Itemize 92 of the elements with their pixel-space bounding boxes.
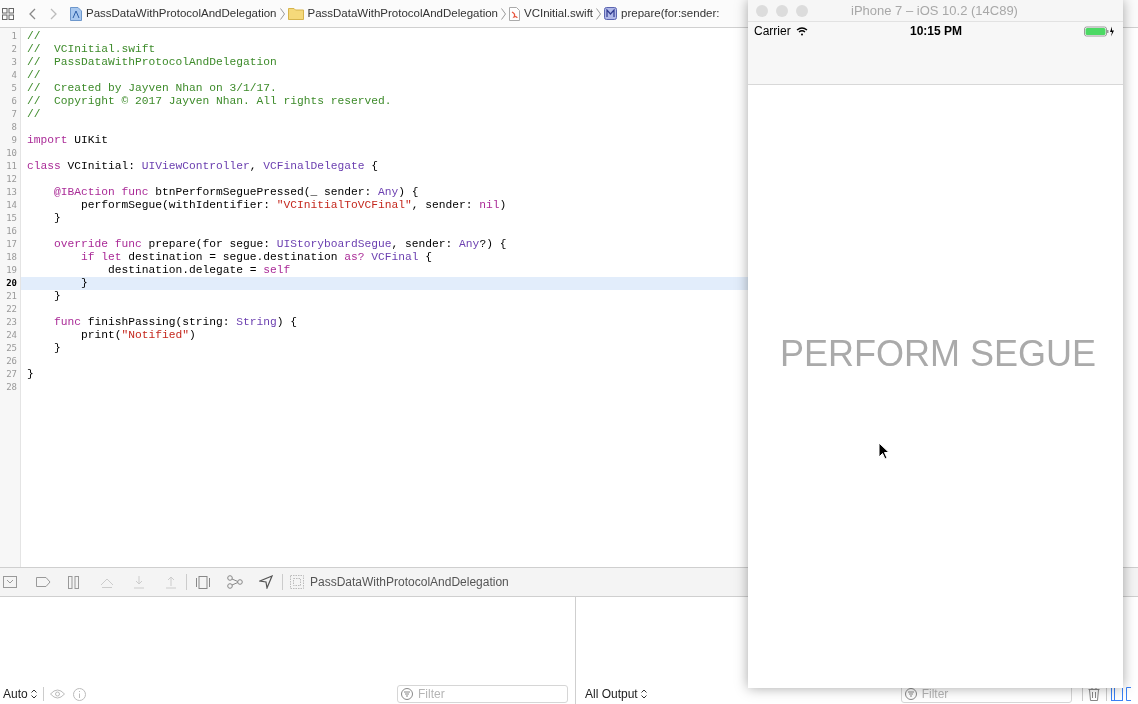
code-line: // Created by Jayven Nhan on 3/1/17. bbox=[27, 82, 277, 94]
step-into-icon[interactable] bbox=[133, 575, 145, 589]
split-view-icon[interactable] bbox=[1110, 687, 1123, 701]
code-line: // bbox=[27, 108, 41, 120]
swift-file-icon bbox=[509, 6, 520, 21]
line-number: 17 bbox=[5, 238, 18, 251]
step-out-icon[interactable] bbox=[165, 575, 177, 589]
line-number: 10 bbox=[5, 147, 18, 160]
line-number: 26 bbox=[5, 355, 18, 368]
breakpoint-icon[interactable] bbox=[36, 577, 51, 587]
code-line: } bbox=[53, 290, 61, 302]
battery-icon bbox=[1084, 25, 1115, 37]
line-number: 28 bbox=[5, 381, 18, 394]
window-title: iPhone 7 – iOS 10.2 (14C89) bbox=[851, 1, 1018, 20]
breadcrumb-item[interactable]: prepare(for:sender: bbox=[604, 4, 720, 23]
folder-icon bbox=[287, 7, 304, 20]
line-number: 6 bbox=[10, 95, 18, 108]
line-number: 19 bbox=[5, 264, 18, 277]
line-number: 15 bbox=[5, 212, 18, 225]
code-line: // VCInitial.swift bbox=[27, 43, 156, 55]
line-number: 13 bbox=[5, 186, 18, 199]
code-line: import UIKit bbox=[27, 134, 109, 146]
code-line: override func prepare(for segue: UIStoryboardSegue, sender: Any?) { bbox=[53, 238, 507, 250]
back-icon[interactable] bbox=[28, 7, 36, 20]
code-line: } bbox=[53, 212, 61, 224]
code-line: if let destination = segue.destination as? VCFinal { bbox=[80, 251, 433, 263]
memory-graph-icon[interactable] bbox=[227, 575, 243, 589]
code-line: // bbox=[27, 69, 41, 81]
project-file-icon bbox=[70, 6, 82, 21]
line-number: 9 bbox=[10, 134, 18, 147]
line-number: 27 bbox=[5, 368, 18, 381]
line-number: 11 bbox=[5, 160, 18, 173]
line-number: 24 bbox=[5, 329, 18, 342]
line-number: 7 bbox=[10, 108, 18, 121]
forward-icon[interactable] bbox=[50, 7, 58, 20]
split-view-icon[interactable] bbox=[1125, 687, 1131, 701]
code-line: func finishPassing(string: String) { bbox=[53, 316, 298, 328]
line-number: 21 bbox=[5, 290, 18, 303]
line-number: 12 bbox=[5, 173, 18, 186]
line-number: 20 bbox=[5, 277, 18, 290]
scope-selector[interactable]: Auto bbox=[3, 685, 37, 703]
method-icon bbox=[604, 7, 618, 20]
pause-icon[interactable] bbox=[68, 575, 79, 589]
info-icon[interactable] bbox=[72, 687, 86, 701]
code-line: } bbox=[80, 277, 88, 289]
line-number: 22 bbox=[5, 303, 18, 316]
filter-icon bbox=[904, 688, 917, 700]
code-line: class VCInitial: UIViewController, VCFinalDelegate { bbox=[27, 160, 379, 172]
wifi-icon bbox=[795, 26, 808, 36]
filter-field[interactable]: Filter bbox=[397, 685, 568, 703]
line-number: 18 bbox=[5, 251, 18, 264]
line-number: 4 bbox=[10, 69, 18, 82]
cursor-icon bbox=[878, 442, 890, 460]
chevron-icon bbox=[596, 7, 602, 20]
chevron-icon bbox=[501, 7, 506, 20]
carrier-label: Carrier bbox=[754, 23, 791, 40]
stepper-icon bbox=[30, 689, 37, 699]
clock-label: 10:15 PM bbox=[910, 23, 963, 40]
code-line: // Copyright © 2017 Jayven Nhan. All rights reserved. bbox=[27, 95, 392, 107]
breadcrumb-item[interactable]: PassDataWithProtocolAndDelegation bbox=[287, 4, 498, 23]
code-line: print("Notified") bbox=[80, 329, 196, 341]
chevron-icon bbox=[279, 7, 285, 20]
line-number: 5 bbox=[10, 82, 18, 95]
code-line: performSegue(withIdentifier: "VCInitialToVCFinal", sender: nil) bbox=[80, 199, 507, 211]
code-line: @IBAction func btnPerformSeguePressed(_ sender: Any) { bbox=[53, 186, 419, 198]
target-name: PassDataWithProtocolAndDelegation bbox=[310, 574, 509, 591]
breadcrumb-item[interactable]: PassDataWithProtocolAndDelegation bbox=[70, 4, 277, 23]
code-line: // PassDataWithProtocolAndDelegation bbox=[27, 56, 277, 68]
target-icon bbox=[290, 575, 304, 589]
filter-icon bbox=[401, 688, 413, 700]
hide-panel-icon[interactable] bbox=[3, 576, 17, 588]
view-hierarchy-icon[interactable] bbox=[196, 575, 210, 589]
line-number: 25 bbox=[5, 342, 18, 355]
line-number: 3 bbox=[10, 56, 18, 69]
eye-icon[interactable] bbox=[49, 689, 65, 699]
location-icon[interactable] bbox=[259, 575, 273, 589]
code-line: } bbox=[27, 368, 34, 380]
line-number: 1 bbox=[10, 30, 18, 43]
grid-icon[interactable] bbox=[2, 7, 14, 20]
code-line: destination.delegate = self bbox=[107, 264, 291, 276]
code-line: // bbox=[27, 30, 41, 42]
step-over-icon[interactable] bbox=[100, 576, 114, 588]
code-line: } bbox=[53, 342, 61, 354]
output-selector[interactable]: All Output bbox=[585, 685, 647, 703]
stepper-icon bbox=[640, 689, 647, 699]
line-number: 8 bbox=[10, 121, 18, 134]
trash-icon[interactable] bbox=[1087, 687, 1100, 701]
line-number: 2 bbox=[10, 43, 18, 56]
line-number: 14 bbox=[5, 199, 18, 212]
line-number: 16 bbox=[5, 225, 18, 238]
breadcrumb-item[interactable]: VCInitial.swift bbox=[509, 4, 594, 23]
line-number: 23 bbox=[5, 316, 18, 329]
